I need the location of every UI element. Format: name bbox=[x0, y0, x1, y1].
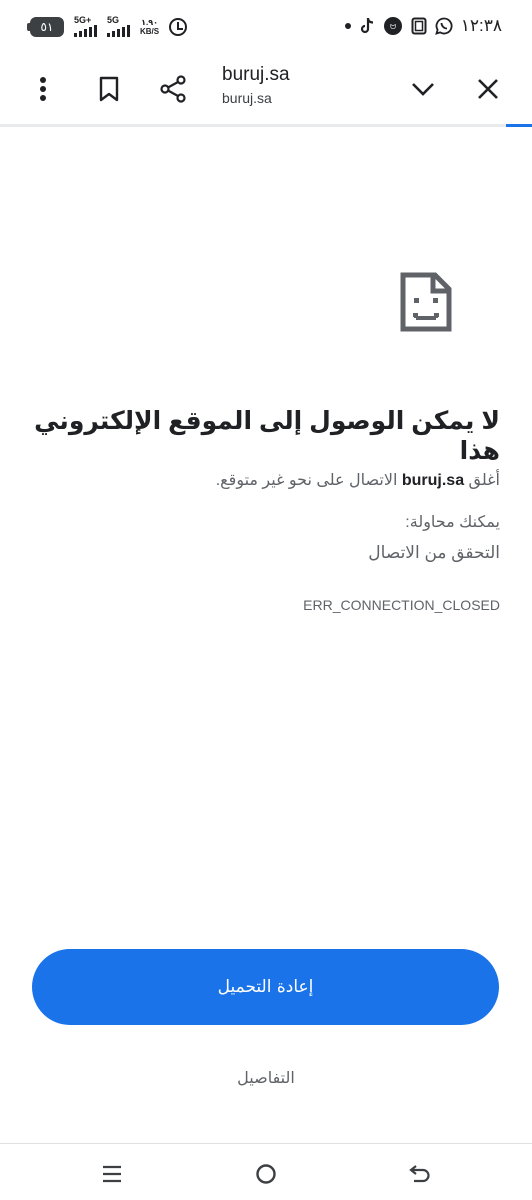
home-button[interactable] bbox=[244, 1154, 288, 1194]
home-circle-icon bbox=[256, 1164, 276, 1184]
status-bar: ٥١ 5G+ 5G ١.٩٠ KB/S ᗢ ١٢:٣٨ bbox=[0, 0, 532, 58]
custom-tab-toolbar: buruj.sa buruj.sa bbox=[0, 58, 532, 124]
try-label: يمكنك محاولة: bbox=[405, 514, 500, 531]
try-suggestion: التحقق من الاتصال bbox=[368, 543, 500, 562]
signal-bars-icon bbox=[107, 25, 130, 37]
notification-dot-icon bbox=[344, 23, 351, 29]
copy-icon bbox=[411, 17, 427, 35]
signal-bars-icon bbox=[74, 25, 97, 37]
share-icon bbox=[160, 75, 186, 103]
page-url: buruj.sa bbox=[222, 90, 272, 106]
whatsapp-icon bbox=[434, 17, 453, 35]
speed-unit: KB/S bbox=[140, 26, 160, 36]
minimize-button[interactable] bbox=[400, 66, 446, 112]
network-label-2: 5G bbox=[107, 15, 120, 25]
sad-page-icon bbox=[400, 272, 452, 332]
more-options-button[interactable] bbox=[20, 66, 66, 112]
error-desc-prefix: أغلق bbox=[464, 472, 500, 489]
url-display[interactable]: buruj.sa buruj.sa bbox=[222, 64, 290, 106]
close-button[interactable] bbox=[465, 66, 511, 112]
clock: ١٢:٣٨ bbox=[460, 16, 502, 35]
error-desc-suffix: الاتصال على نحو غير متوقع. bbox=[215, 472, 402, 489]
page-title: buruj.sa bbox=[222, 64, 290, 85]
battery-indicator: ٥١ bbox=[27, 16, 64, 37]
bookmark-icon bbox=[99, 76, 119, 102]
app-logo-icon: ᗢ bbox=[383, 17, 402, 35]
bookmark-button[interactable] bbox=[86, 66, 132, 112]
network-indicator-2: 5G bbox=[107, 16, 130, 37]
svg-text:ᗢ: ᗢ bbox=[390, 23, 396, 31]
more-vert-icon bbox=[40, 77, 46, 101]
chevron-down-icon bbox=[412, 83, 434, 96]
menu-icon bbox=[103, 1165, 121, 1183]
network-indicator-1: 5G+ bbox=[74, 16, 97, 37]
toolbar-divider bbox=[0, 124, 532, 127]
details-button[interactable]: التفاصيل bbox=[166, 1060, 366, 1096]
share-button[interactable] bbox=[150, 66, 196, 112]
error-title: لا يمكن الوصول إلى الموقع الإلكتروني هذا bbox=[34, 407, 500, 465]
alarm-icon bbox=[169, 17, 188, 36]
tiktok-icon bbox=[360, 17, 373, 34]
close-icon bbox=[478, 79, 498, 99]
network-speed: ١.٩٠ KB/S bbox=[140, 18, 159, 36]
recent-apps-button[interactable] bbox=[90, 1154, 134, 1194]
system-nav-bar bbox=[0, 1144, 532, 1200]
load-progress-bar bbox=[506, 124, 532, 127]
error-description: أغلق buruj.sa الاتصال على نحو غير متوقع. bbox=[30, 470, 500, 490]
back-arrow-icon bbox=[409, 1165, 430, 1183]
speed-value: ١.٩٠ bbox=[141, 17, 158, 27]
status-right: ᗢ ١٢:٣٨ bbox=[344, 16, 502, 36]
reload-button[interactable]: إعادة التحميل bbox=[32, 949, 499, 1025]
status-left: ٥١ 5G+ 5G ١.٩٠ KB/S bbox=[27, 16, 188, 37]
back-button[interactable] bbox=[398, 1154, 442, 1194]
network-label-1: 5G+ bbox=[74, 15, 92, 25]
error-code: ERR_CONNECTION_CLOSED bbox=[303, 597, 500, 613]
error-domain: buruj.sa bbox=[401, 472, 465, 489]
